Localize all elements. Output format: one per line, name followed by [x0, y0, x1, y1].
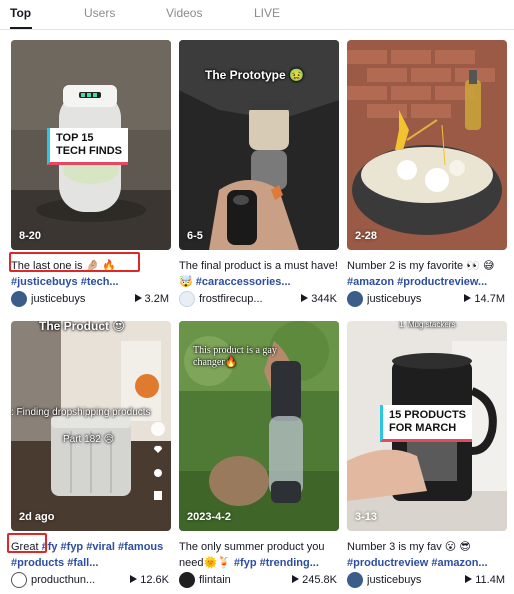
author-name[interactable]: justicebuys — [367, 574, 421, 586]
video-meta: producthun... 12.6K — [11, 571, 171, 589]
play-icon — [292, 575, 300, 583]
video-thumbnail[interactable]: TOP 15 TECH FINDS 8-20 — [11, 40, 171, 250]
tab-top[interactable]: Top — [10, 6, 31, 20]
overlay-caption: 15 PRODUCTS FOR MARCH — [380, 405, 473, 442]
avatar[interactable] — [11, 572, 27, 588]
avatar[interactable] — [347, 291, 363, 307]
author-name[interactable]: frostfirecup... — [199, 293, 263, 305]
avatar[interactable] — [179, 572, 195, 588]
view-count: 344K — [301, 293, 337, 305]
author-name[interactable]: producthun... — [31, 574, 95, 586]
video-meta: justicebuys 11.4M — [347, 571, 507, 589]
avatar[interactable] — [347, 572, 363, 588]
thumbnail-scene-pasta-pot — [347, 40, 507, 250]
view-count: 245.8K — [292, 574, 337, 586]
post-date: 3-13 — [355, 511, 378, 523]
post-date: 8-20 — [19, 230, 42, 242]
video-meta: flintain 245.8K — [179, 571, 339, 589]
view-count: 12.6K — [130, 574, 169, 586]
video-thumbnail[interactable]: 1. Mug stackers 15 PRODUCTS FOR MARCH 3-… — [347, 321, 507, 531]
tab-videos[interactable]: Videos — [166, 6, 202, 20]
overlay-caption: This product is a gay changer🔥 — [193, 345, 277, 368]
avatar[interactable] — [11, 291, 27, 307]
caption-hashtags[interactable]: #caraccessories... — [196, 276, 291, 288]
post-date: 6-5 — [187, 230, 203, 242]
author-name[interactable]: flintain — [199, 574, 231, 586]
overlay-part: Part 182 😥 — [63, 434, 115, 445]
video-thumbnail[interactable]: The Prototype 🤢 6-5 — [179, 40, 339, 250]
view-count: 3.2M — [134, 293, 169, 305]
avatar[interactable] — [179, 291, 195, 307]
video-caption[interactable]: The final product is a must have! 🤯 #car… — [179, 258, 339, 290]
tab-users[interactable]: Users — [84, 6, 115, 20]
video-meta: frostfirecup... 344K — [179, 290, 339, 308]
caption-hashtags[interactable]: #justicebuys #tech... — [11, 276, 119, 288]
video-meta: justicebuys 3.2M — [11, 290, 171, 308]
tab-live[interactable]: LIVE — [254, 6, 280, 20]
overlay-subtitle: : Finding dropshipping products — [11, 407, 151, 418]
thumbnail-scene-humidifier — [11, 321, 171, 531]
video-caption[interactable]: The last one is 🤌🏼 🔥 #justicebuys #tech..… — [11, 258, 171, 290]
view-count: 11.4M — [465, 574, 505, 586]
caption-text: Number 2 is my favorite 👀 😅 — [347, 260, 495, 272]
video-thumbnail[interactable]: 2-28 — [347, 40, 507, 250]
post-date: 2d ago — [19, 511, 55, 523]
caption-text: The last one is 🤌🏼 🔥 — [11, 260, 117, 272]
video-caption[interactable]: Number 2 is my favorite 👀 😅 #amazon #pro… — [347, 258, 507, 290]
view-count-value: 11.4M — [475, 574, 505, 586]
post-date: 2023-4-2 — [187, 511, 232, 523]
view-count-value: 12.6K — [140, 574, 169, 586]
overlay-caption: TOP 15 TECH FINDS — [47, 128, 128, 165]
play-icon — [301, 294, 309, 302]
post-date: 2-28 — [355, 230, 378, 242]
video-caption[interactable]: Number 3 is my fav 😮 😎 #productreview #a… — [347, 539, 507, 571]
overlay-subtitle: 1. Mug stackers — [399, 321, 456, 329]
video-caption[interactable]: The only summer product you need🌞🍹 #fyp … — [179, 539, 339, 571]
view-count-value: 344K — [311, 293, 337, 305]
author-name[interactable]: justicebuys — [31, 293, 85, 305]
view-count-value: 14.7M — [474, 293, 505, 305]
play-icon — [130, 575, 138, 583]
caption-hashtags[interactable]: #amazon #productreview... — [347, 276, 487, 288]
view-count: 14.7M — [464, 293, 505, 305]
caption-text: Number 3 is my fav 😮 😎 — [347, 541, 471, 553]
play-icon — [464, 294, 472, 302]
overlay-caption: The Prototype 🤢 — [205, 68, 304, 82]
caption-hashtags[interactable]: #fyp #trending... — [234, 557, 319, 569]
video-meta: justicebuys 14.7M — [347, 290, 507, 308]
caption-text: Great — [11, 541, 42, 553]
view-count-value: 3.2M — [144, 293, 169, 305]
video-thumbnail[interactable]: This product is a gay changer🔥 2023-4-2 — [179, 321, 339, 531]
play-icon — [465, 575, 473, 583]
caption-hashtags[interactable]: #productreview #amazon... — [347, 557, 488, 569]
search-tabs: Top Users Videos LIVE — [0, 0, 514, 30]
play-icon — [134, 294, 142, 302]
view-count-value: 245.8K — [302, 574, 337, 586]
video-thumbnail[interactable]: The Product 😍 : Finding dropshipping pro… — [11, 321, 171, 531]
video-caption[interactable]: Great #fy #fyp #viral #famous #products … — [11, 539, 171, 571]
author-name[interactable]: justicebuys — [367, 293, 421, 305]
overlay-title: The Product 😍 — [39, 321, 125, 333]
active-tab-indicator — [10, 27, 32, 29]
